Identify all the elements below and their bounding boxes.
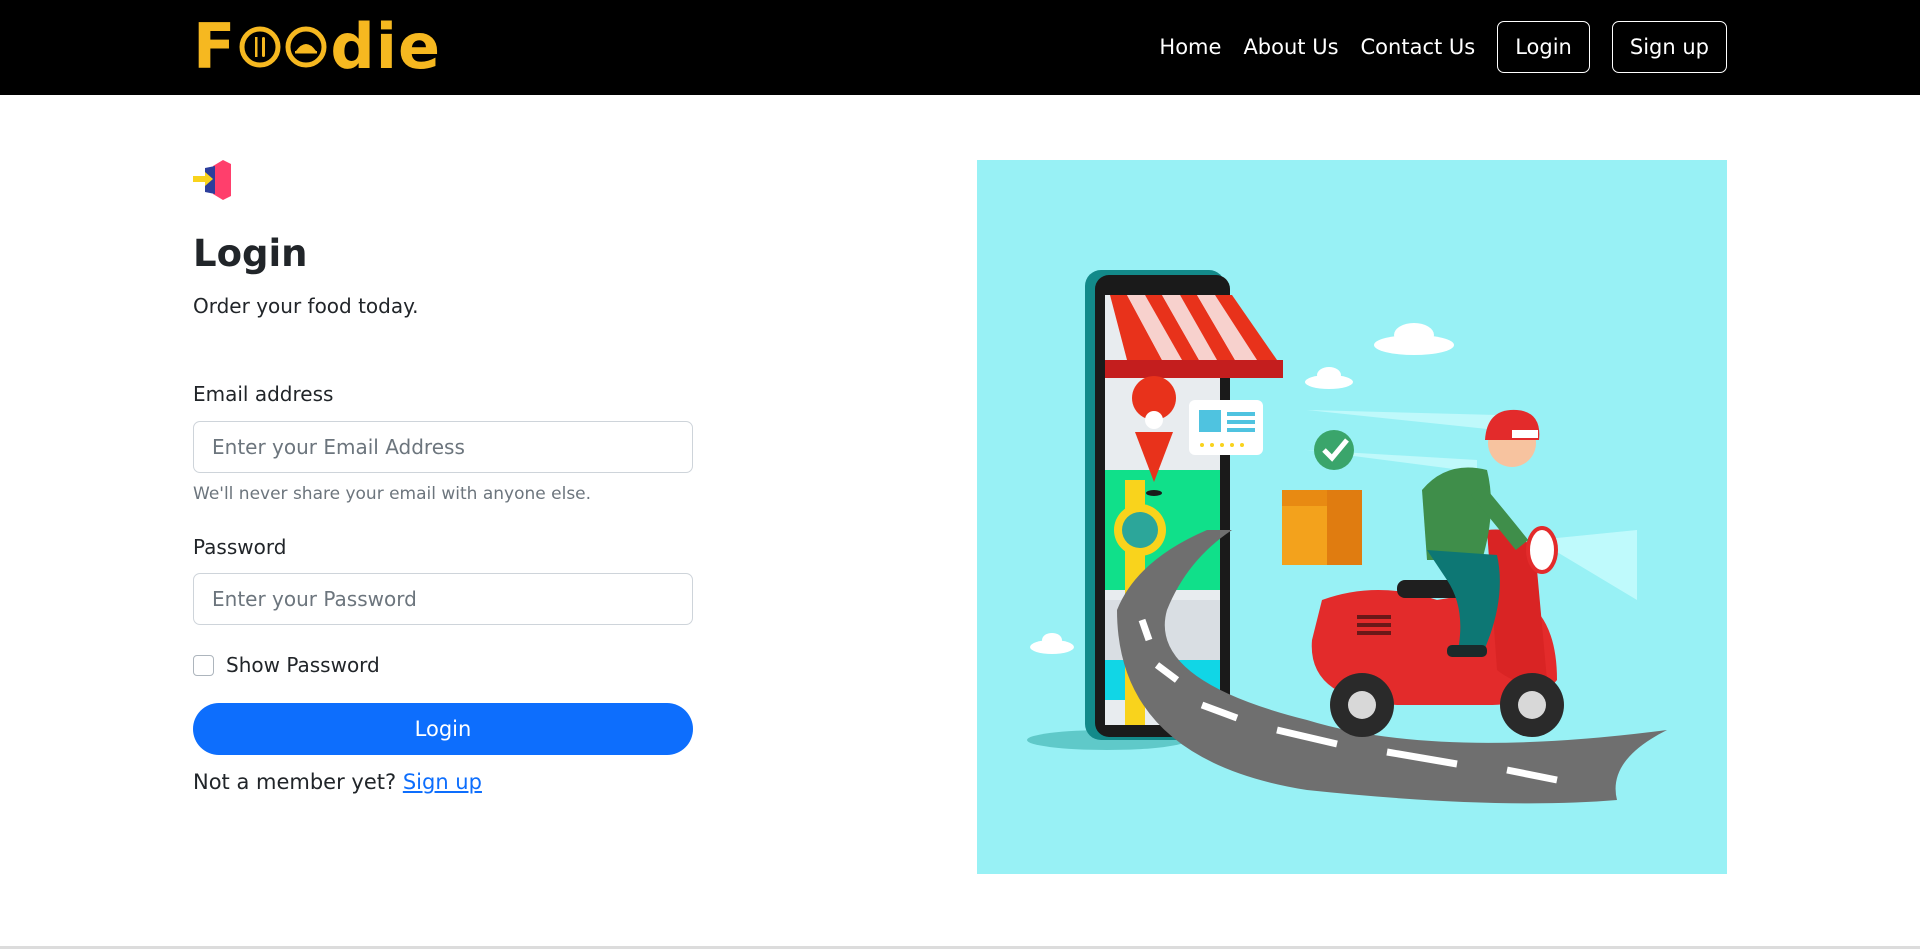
login-arrow-icon [193, 160, 231, 200]
brand-logo[interactable]: F die [193, 14, 441, 80]
nav-contact-us[interactable]: Contact Us [1361, 35, 1476, 59]
email-help-text: We'll never share your email with anyone… [193, 484, 592, 504]
nav-about-us[interactable]: About Us [1243, 35, 1338, 59]
email-label: Email address [193, 382, 334, 406]
signup-link[interactable]: Sign up [403, 770, 482, 794]
nav-signup-button[interactable]: Sign up [1611, 21, 1727, 73]
password-input[interactable]: Enter your Password [193, 573, 693, 625]
page-subtitle: Order your food today. [193, 294, 419, 318]
nav-home[interactable]: Home [1159, 35, 1221, 59]
page-title: Login [193, 232, 308, 275]
nav-login-button[interactable]: Login [1497, 21, 1590, 73]
nav-links: Home About Us Contact Us Login Sign up [1159, 21, 1727, 73]
show-password-row: Show Password [193, 653, 380, 677]
hero-illustration [977, 160, 1727, 874]
show-password-checkbox[interactable] [193, 654, 214, 676]
email-input[interactable]: Enter your Email Address [193, 421, 693, 473]
delivery-illustration [1027, 270, 1667, 804]
plate-cloche-icon [285, 26, 327, 68]
not-member-text: Not a member yet? [193, 770, 397, 794]
brand-first-letter: F [193, 10, 237, 83]
navbar: F die Home About Us Contact Us Login Sig… [0, 0, 1920, 95]
show-password-label[interactable]: Show Password [226, 653, 380, 677]
password-label: Password [193, 535, 287, 559]
login-submit-button[interactable]: Login [193, 703, 693, 755]
brand-rest: die [330, 10, 442, 83]
signup-prompt: Not a member yet? Sign up [193, 770, 482, 794]
plate-fork-icon [239, 26, 281, 68]
brand-plate-icons [238, 25, 328, 69]
